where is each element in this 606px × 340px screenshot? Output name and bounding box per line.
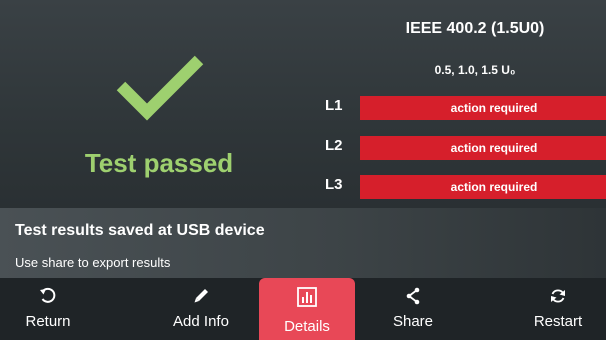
standard-title: IEEE 400.2 (1.5U0) bbox=[405, 20, 545, 37]
save-message-banner: Test results saved at USB device Use sha… bbox=[0, 208, 606, 278]
return-label: Return bbox=[25, 313, 71, 330]
share-label: Share bbox=[392, 313, 434, 330]
line-row-l1: L1 action required bbox=[325, 96, 606, 120]
details-button[interactable]: Details bbox=[259, 278, 355, 340]
restart-label: Restart bbox=[533, 313, 583, 330]
line-label: L2 bbox=[325, 137, 343, 154]
share-button[interactable]: Share bbox=[365, 278, 461, 340]
return-button[interactable]: Return bbox=[0, 278, 96, 340]
voltage-levels: 0.5, 1.0, 1.5 U₀ bbox=[434, 63, 516, 77]
line-row-l2: L2 action required bbox=[325, 136, 606, 160]
result-panel: Test passed IEEE 400.2 (1.5U0) 0.5, 1.0,… bbox=[0, 0, 606, 208]
pencil-icon bbox=[194, 289, 208, 303]
restart-button[interactable]: Restart bbox=[510, 278, 606, 340]
save-message-title: Test results saved at USB device bbox=[15, 222, 265, 239]
checkmark-icon bbox=[116, 55, 204, 121]
line-label: L1 bbox=[325, 97, 343, 114]
bar-chart-icon bbox=[297, 287, 317, 307]
add-info-label: Add Info bbox=[173, 313, 229, 330]
line-status-bar: action required bbox=[360, 96, 606, 120]
line-label: L3 bbox=[325, 176, 343, 193]
details-label: Details bbox=[284, 318, 330, 335]
line-status-bar: action required bbox=[360, 136, 606, 160]
save-message-subtitle: Use share to export results bbox=[15, 255, 171, 270]
bottom-toolbar: Return Add Info Details Share Restart bbox=[0, 278, 606, 340]
refresh-icon bbox=[551, 289, 565, 303]
undo-icon bbox=[40, 287, 56, 303]
share-icon bbox=[406, 287, 420, 305]
add-info-button[interactable]: Add Info bbox=[153, 278, 249, 340]
line-status-bar: action required bbox=[360, 175, 606, 199]
line-row-l3: L3 action required bbox=[325, 175, 606, 199]
test-status-text: Test passed bbox=[84, 148, 234, 178]
